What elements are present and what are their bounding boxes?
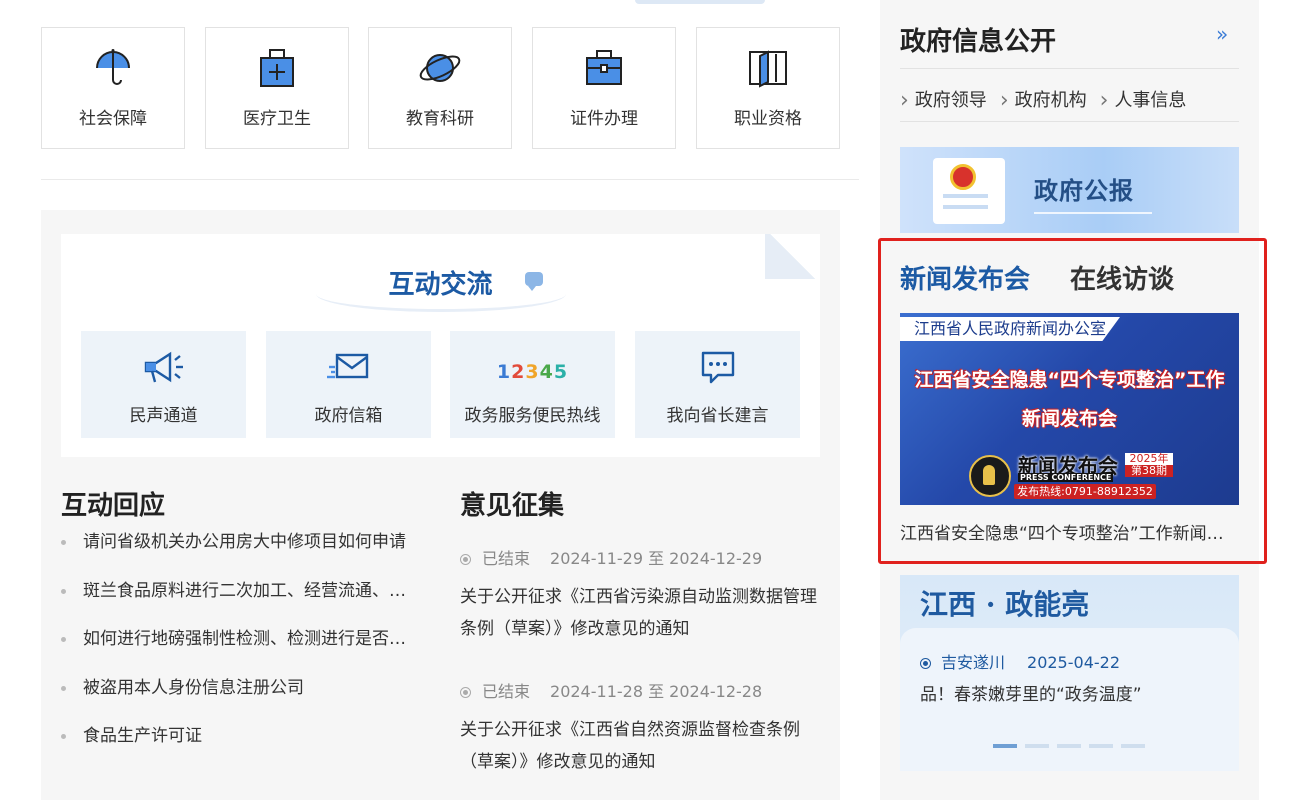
responses-title: 互动回应: [61, 491, 166, 521]
jx-power-link[interactable]: 品！春茶嫩芽里的“政务温度”: [920, 680, 1230, 705]
divider: [41, 179, 859, 180]
opinion-meta: 已结束 2024-11-28 至 2024-12-28: [460, 678, 820, 701]
service-tile-healthcare[interactable]: 医疗卫生: [205, 27, 349, 149]
opinion-item: 已结束 2024-11-29 至 2024-12-29 关于公开征求《江西省污染源…: [460, 545, 820, 645]
governor-suggestion-button[interactable]: 我向省长建言: [635, 331, 800, 438]
service-label: 社会保障: [79, 109, 147, 129]
service-tile-social-security[interactable]: 社会保障: [41, 27, 185, 149]
location-dot-icon: [920, 658, 931, 669]
status-badge: 已结束: [482, 549, 531, 568]
voice-channel-button[interactable]: 民声通道: [81, 331, 246, 438]
divider: [900, 121, 1239, 122]
jx-power-source: 吉安遂川: [941, 653, 1006, 672]
divider: [900, 68, 1239, 69]
status-badge: 已结束: [482, 682, 531, 701]
service-tile-certificates[interactable]: 证件办理: [532, 27, 676, 149]
press-badge-en: PRESS CONFERENCE: [1018, 473, 1114, 482]
carousel-dots: [993, 744, 1153, 748]
press-office-label: 江西省人民政府新闻办公室: [900, 317, 1120, 341]
status-dot-icon: [460, 554, 471, 565]
hotline-digit: 2: [511, 361, 526, 383]
list-item[interactable]: 如何进行地磅强制性检测、检测进行是否收费: [61, 629, 421, 678]
opinion-item: 已结束 2024-11-28 至 2024-12-28 关于公开征求《江西省自然资…: [460, 678, 820, 778]
responses-list: 请问省级机关办公用房大中修项目如何申请 斑兰食品原料进行二次加工、经营流通、销售…: [61, 532, 421, 775]
hotline-digit: 4: [539, 361, 554, 383]
opinion-link[interactable]: 关于公开征求《江西省自然资源监督检查条例（草案）》修改意见的通知: [460, 714, 820, 778]
press-issue: 第38期: [1125, 465, 1173, 477]
date-range: 2024-11-28 至 2024-12-28: [550, 682, 763, 701]
service-label: 医疗卫生: [243, 109, 311, 129]
carousel-dot[interactable]: [1121, 744, 1145, 748]
top-decoration: [635, 0, 765, 4]
service-label: 证件办理: [570, 109, 638, 129]
list-item[interactable]: 斑兰食品原料进行二次加工、经营流通、销售: [61, 581, 421, 630]
service-label: 教育科研: [406, 109, 474, 129]
chat-bubble-icon: [701, 351, 734, 384]
jx-power-meta: 吉安遂川 2025-04-22: [920, 649, 1120, 673]
jx-power-date: 2025-04-22: [1027, 653, 1120, 672]
hotline-digit: 3: [525, 361, 540, 383]
megaphone-icon: [144, 351, 183, 383]
hotline-digit: 1: [496, 361, 512, 383]
box-label: 我向省长建言: [666, 406, 769, 426]
umbrella-icon: [96, 49, 130, 85]
date-range: 2024-11-29 至 2024-12-29: [550, 549, 763, 568]
gov-link[interactable]: 政府机构: [1000, 90, 1087, 111]
bulletin-label: 政府公报: [1034, 177, 1134, 205]
mail-icon: [326, 353, 368, 379]
carousel-dot[interactable]: [1057, 744, 1081, 748]
service-tile-education[interactable]: 教育科研: [368, 27, 512, 149]
gov-bulletin-banner[interactable]: 政府公报: [900, 147, 1239, 233]
carousel-dot[interactable]: [993, 744, 1017, 748]
opinion-link[interactable]: 关于公开征求《江西省污染源自动监测数据管理条例（草案）》修改意见的通知: [460, 581, 820, 645]
press-conference-image[interactable]: 江西省人民政府新闻办公室 江西省安全隐患“四个专项整治”工作 新闻发布会 新闻发…: [900, 313, 1239, 505]
box-label: 政府信箱: [314, 406, 383, 426]
press-hotline: 发布热线:0791-88912352: [1014, 484, 1156, 499]
interaction-card: 互动交流 民声通道 政府信箱 12345 政务服务便民热线 我向省长建言: [61, 234, 820, 457]
briefcase-icon: [586, 50, 622, 85]
double-chevron-right-icon[interactable]: »: [1216, 22, 1228, 46]
hotline-12345-logo: 12345: [450, 361, 615, 383]
banner-line-decoration: [1034, 212, 1152, 214]
opinion-meta: 已结束 2024-11-29 至 2024-12-29: [460, 545, 820, 568]
press-headline: 江西省安全隐患“四个专项整治”工作: [914, 369, 1225, 391]
box-label: 政务服务便民热线: [464, 406, 601, 426]
press-caption-link[interactable]: 江西省安全隐患“四个专项整治”工作新闻发布会: [900, 519, 1239, 544]
tab-press-conference[interactable]: 新闻发布会: [900, 259, 1030, 296]
interaction-title: 互动交流: [388, 270, 493, 300]
gov-link[interactable]: 人事信息: [1100, 90, 1186, 111]
national-emblem-icon: [950, 164, 976, 190]
chat-bubble-icon: [525, 272, 543, 291]
planet-icon: [419, 54, 461, 82]
jx-power-title: 江西 · 政能亮: [920, 588, 1090, 621]
list-item[interactable]: 食品生产许可证: [61, 726, 421, 775]
tab-online-interview[interactable]: 在线访谈: [1070, 259, 1174, 296]
service-tile-qualifications[interactable]: 职业资格: [696, 27, 840, 149]
book-icon: [749, 50, 787, 88]
gov-info-title: 政府信息公开: [900, 27, 1057, 57]
list-item[interactable]: 请问省级机关办公用房大中修项目如何申请: [61, 532, 421, 581]
carousel-dot[interactable]: [1025, 744, 1049, 748]
service-tiles: 社会保障 医疗卫生 教育科研 证件办理 职业资格: [41, 27, 841, 149]
gov-link[interactable]: 政府领导: [900, 90, 987, 111]
jx-power-panel: 江西 · 政能亮 吉安遂川 2025-04-22 品！春茶嫩芽里的“政务温度”: [900, 575, 1239, 771]
box-label: 民声通道: [129, 406, 198, 426]
hotline-digit: 5: [553, 361, 569, 383]
microphone-seal-icon: [969, 455, 1011, 497]
service-label: 职业资格: [734, 109, 802, 129]
status-dot-icon: [460, 687, 471, 698]
opinions-title: 意见征集: [460, 491, 565, 521]
hotline-button[interactable]: 12345 政务服务便民热线: [450, 331, 615, 438]
gov-mailbox-button[interactable]: 政府信箱: [266, 331, 431, 438]
medical-kit-icon: [260, 49, 294, 87]
gov-info-links: 政府领导政府机构人事信息: [900, 86, 1239, 112]
carousel-dot[interactable]: [1089, 744, 1113, 748]
list-item[interactable]: 被盗用本人身份信息注册公司: [61, 678, 421, 727]
press-headline: 新闻发布会: [1021, 408, 1117, 430]
